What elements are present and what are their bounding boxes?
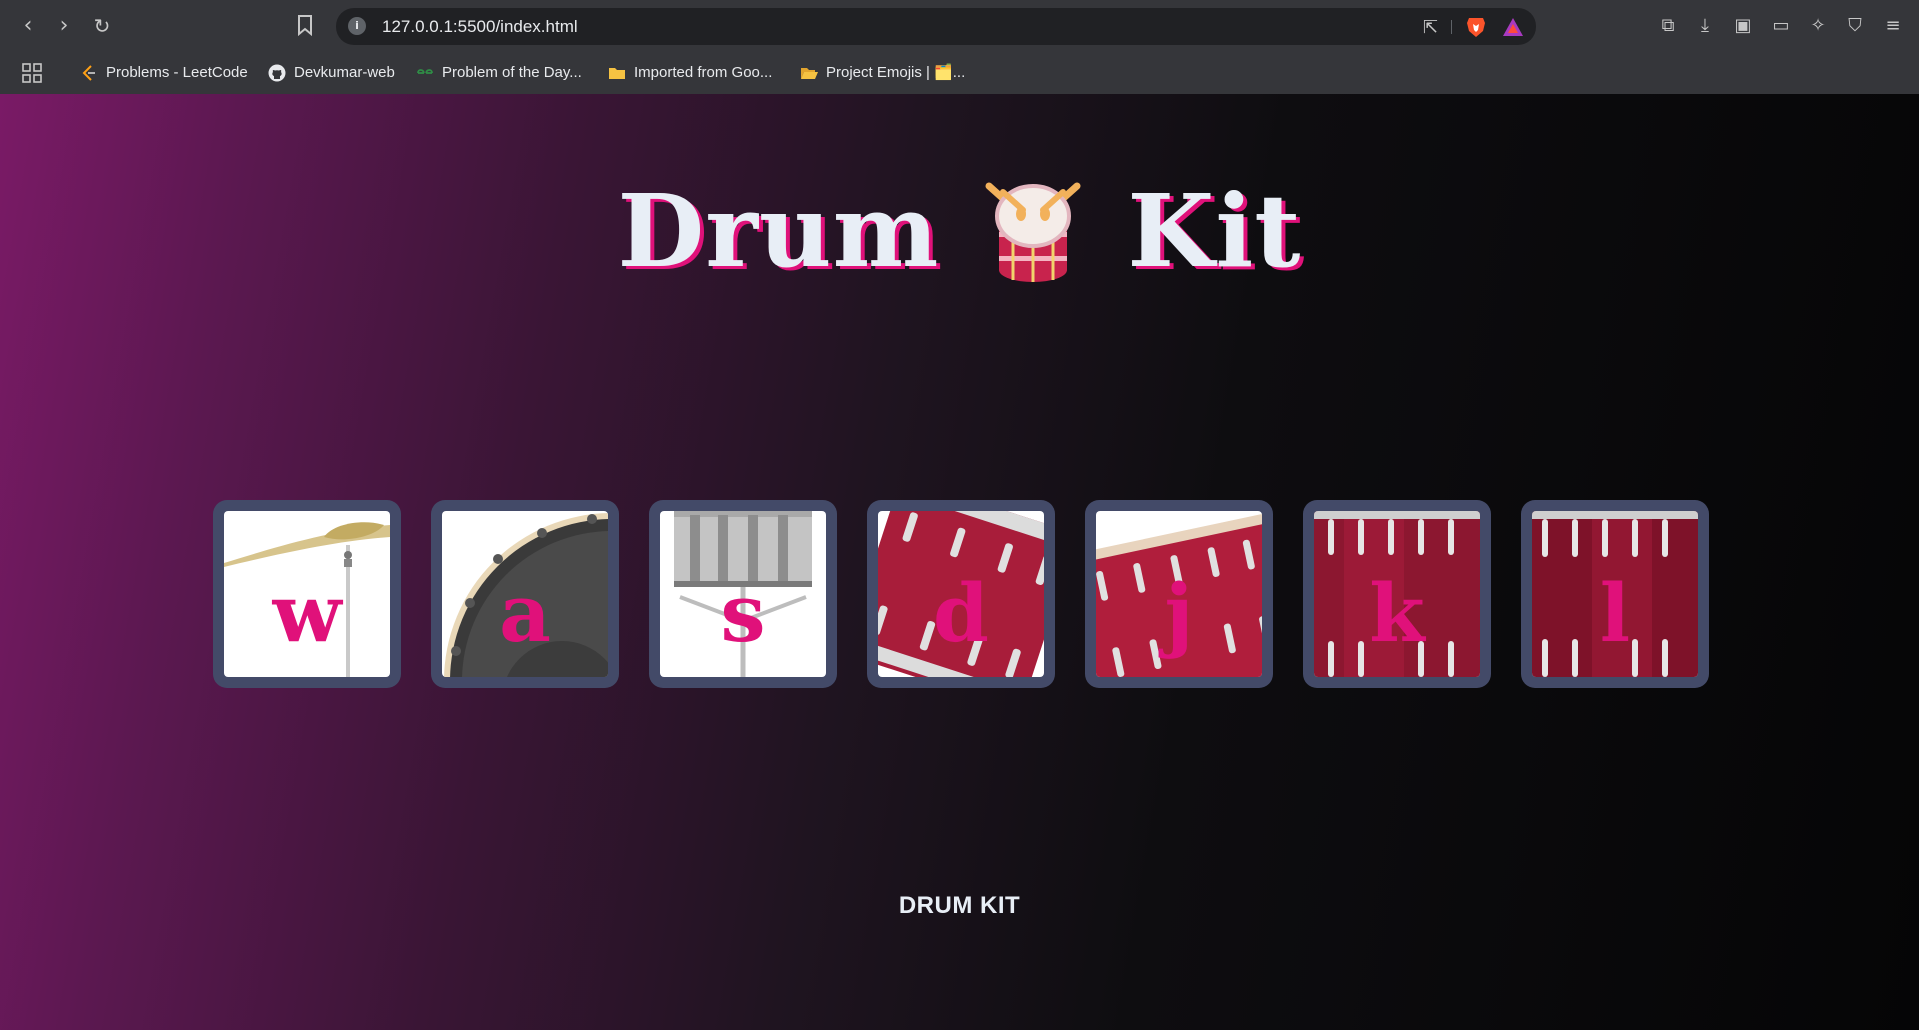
drum-key-d[interactable]: d bbox=[867, 500, 1055, 688]
bookmark-problem-of-the-day[interactable]: Problem of the Day... bbox=[416, 61, 582, 85]
drum-key-k[interactable]: k bbox=[1303, 500, 1491, 688]
github-icon bbox=[268, 64, 286, 82]
bookmark-devkumar-web[interactable]: Devkumar-web bbox=[268, 61, 395, 85]
menu-icon[interactable]: ≡ bbox=[1881, 14, 1905, 38]
leetcode-icon bbox=[82, 65, 95, 81]
bookmark-label: Problems - LeetCode bbox=[106, 64, 248, 81]
bookmark-label: Devkumar-web bbox=[294, 64, 395, 81]
bookmark-this-page-icon[interactable] bbox=[296, 14, 314, 36]
wallet-icon[interactable]: ▭ bbox=[1769, 14, 1793, 38]
divider bbox=[1451, 20, 1452, 34]
vpn-icon[interactable]: ⛉ bbox=[1843, 14, 1867, 38]
site-info-icon[interactable]: i bbox=[348, 17, 366, 35]
drum-key-w[interactable]: w bbox=[213, 500, 401, 688]
key-letter: a bbox=[499, 566, 551, 660]
title-word-drum: Drum bbox=[617, 172, 940, 290]
downloads-icon[interactable]: ⤓ bbox=[1693, 14, 1717, 38]
bookmark-label: Imported from Goo... bbox=[634, 64, 773, 81]
footer-label: DRUM KIT bbox=[898, 892, 1021, 919]
bookmark-folder-project-emojis[interactable]: Project Emojis | 🗂️... bbox=[800, 61, 965, 85]
folder-icon bbox=[609, 68, 625, 79]
bookmark-leetcode[interactable]: Problems - LeetCode bbox=[80, 61, 248, 85]
drum-key-j[interactable]: j bbox=[1085, 500, 1273, 688]
bookmark-label: Problem of the Day... bbox=[442, 64, 582, 81]
address-bar[interactable]: i 127.0.0.1:5500/index.html ⇱ bbox=[336, 8, 1536, 45]
title-word-kit: Kit bbox=[1127, 172, 1302, 290]
drum-key-face: j bbox=[1096, 511, 1262, 677]
share-icon[interactable]: ⇱ bbox=[1423, 17, 1438, 38]
key-letter: j bbox=[1164, 566, 1194, 660]
leo-ai-icon[interactable]: ✧ bbox=[1806, 14, 1830, 38]
url-text[interactable]: 127.0.0.1:5500/index.html bbox=[382, 17, 578, 37]
forward-icon[interactable]: › bbox=[50, 12, 78, 40]
reload-icon[interactable]: ↻ bbox=[88, 12, 116, 40]
drum-key-l[interactable]: l bbox=[1521, 500, 1709, 688]
drum-key-face: w bbox=[224, 511, 390, 677]
drum-key-s[interactable]: s bbox=[649, 500, 837, 688]
apps-grid-icon[interactable] bbox=[22, 63, 42, 83]
extensions-icon[interactable]: ⧉ bbox=[1656, 14, 1680, 38]
browser-chrome: ‹ › ↻ i 127.0.0.1:5500/index.html ⇱ ⧉ ⤓ … bbox=[0, 0, 1919, 94]
folder-open-icon bbox=[801, 68, 818, 79]
geeksforgeeks-icon bbox=[417, 69, 433, 74]
key-letter: s bbox=[720, 566, 766, 660]
drum-key-a[interactable]: a bbox=[431, 500, 619, 688]
drum-key-face: l bbox=[1532, 511, 1698, 677]
drum-key-face: a bbox=[442, 511, 608, 677]
bookmarks-bar: Problems - LeetCode Devkumar-web Problem… bbox=[0, 52, 1919, 94]
back-icon[interactable]: ‹ bbox=[14, 12, 42, 40]
drum-key-face: d bbox=[878, 511, 1044, 677]
bookmark-label: Project Emojis | 🗂️... bbox=[826, 64, 966, 81]
page-title: Drum Kit bbox=[0, 176, 1919, 286]
brave-shields-icon[interactable] bbox=[1466, 16, 1486, 38]
brave-rewards-icon[interactable] bbox=[1502, 17, 1524, 37]
drum-emoji-icon bbox=[985, 182, 1081, 282]
key-letter: d bbox=[933, 566, 989, 660]
drum-kit-page: Drum Kit w a s d j k l DRUM KIT bbox=[0, 94, 1919, 1030]
drum-key-face: s bbox=[660, 511, 826, 677]
key-letter: k bbox=[1369, 566, 1425, 660]
sidebar-icon[interactable]: ▣ bbox=[1731, 14, 1755, 38]
drum-keys: w a s d j k l bbox=[213, 500, 1709, 688]
browser-toolbar: ‹ › ↻ i 127.0.0.1:5500/index.html ⇱ ⧉ ⤓ … bbox=[0, 0, 1919, 52]
bookmark-folder-imported[interactable]: Imported from Goo... bbox=[608, 61, 772, 85]
key-letter: w bbox=[272, 566, 342, 660]
key-letter: l bbox=[1599, 566, 1631, 660]
drum-key-face: k bbox=[1314, 511, 1480, 677]
